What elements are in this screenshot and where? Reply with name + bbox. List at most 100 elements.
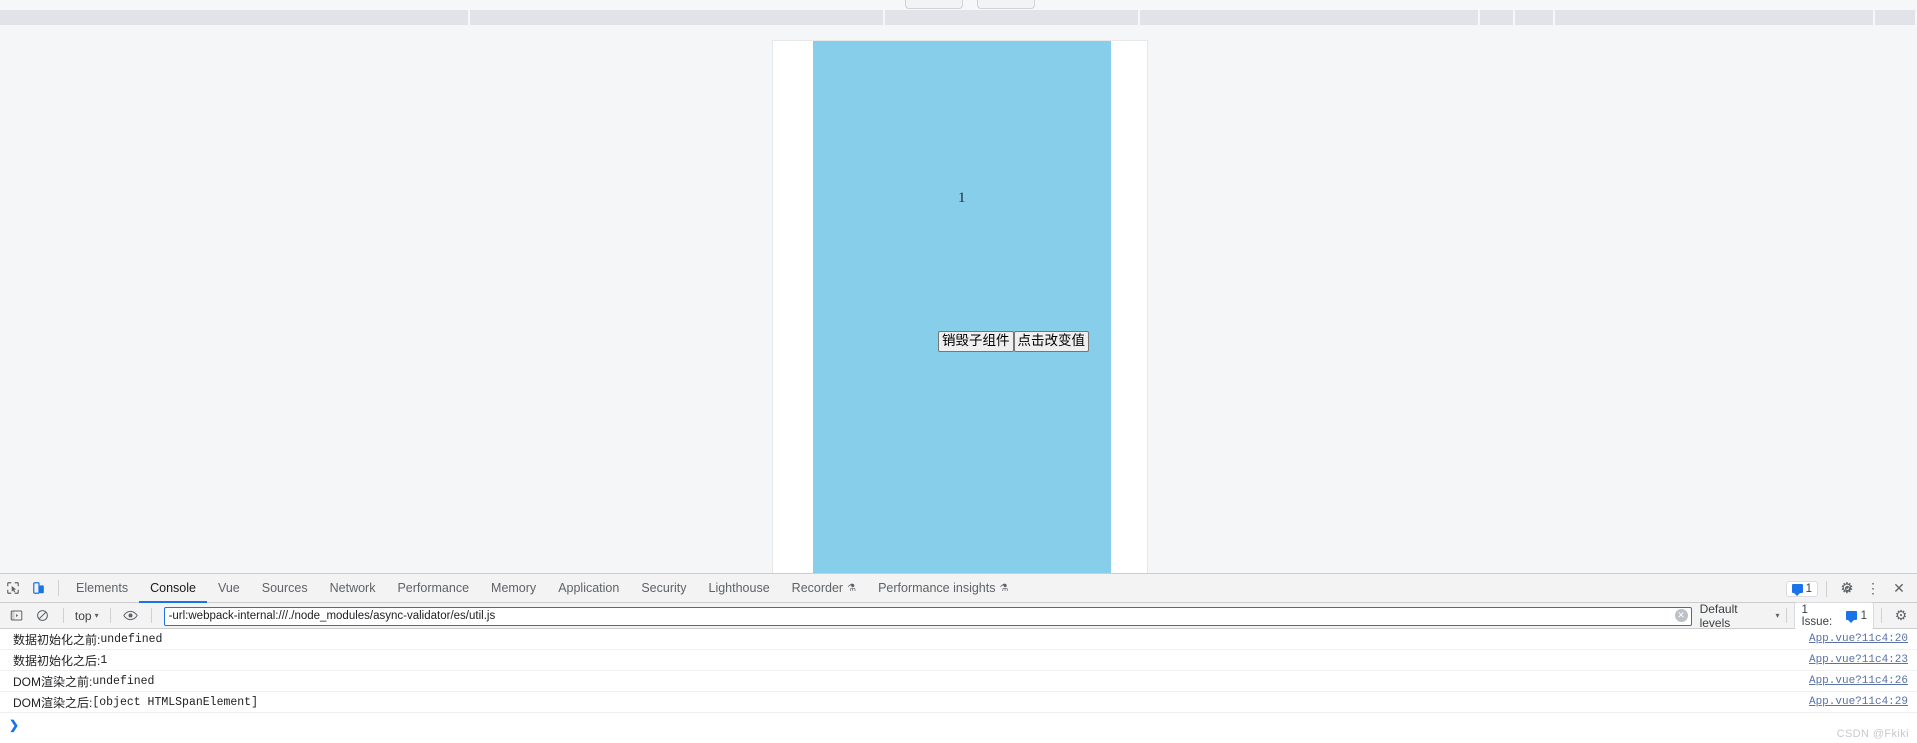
tab-network[interactable]: Network xyxy=(319,574,387,603)
tab-label: Recorder xyxy=(791,581,844,595)
console-filter-field[interactable]: ✕ xyxy=(163,606,1692,626)
devtools-tabbar: Elements Console Vue Sources Network Performa… xyxy=(0,574,1917,603)
browser-chrome-strip xyxy=(0,0,1917,25)
destroy-child-component-button[interactable]: 销毁子组件 xyxy=(938,331,1014,352)
devtools-tabbar-right: 1 ⚙ ⋮ ✕ xyxy=(1785,574,1911,603)
change-value-button[interactable]: 点击改变值 xyxy=(1013,331,1089,352)
tab-label: Security xyxy=(641,581,687,595)
bookmark-segment[interactable] xyxy=(470,10,885,25)
issues-count: 1 xyxy=(1860,609,1868,622)
console-message-value: undefined xyxy=(100,632,163,646)
console-sidebar-toggle-icon[interactable] xyxy=(4,603,30,629)
tab-performance[interactable]: Performance xyxy=(386,574,480,603)
watermark-text: CSDN @Fkiki xyxy=(1836,728,1909,740)
prompt-caret-icon: ❯ xyxy=(9,718,20,732)
live-expression-eye-icon[interactable] xyxy=(118,603,144,629)
bookmark-segment[interactable] xyxy=(1515,10,1555,25)
close-icon[interactable]: ✕ xyxy=(1887,577,1911,601)
counter-value: 1 xyxy=(958,190,966,206)
chrome-cutoff-button-1[interactable] xyxy=(905,0,963,9)
console-message-label: DOM渲染之后: xyxy=(13,695,93,710)
bookmark-segment[interactable] xyxy=(1480,10,1515,25)
console-message-label: 数据初始化之前: xyxy=(13,632,101,647)
page-viewport: 1 销毁子组件 点击改变值 xyxy=(0,25,1917,573)
device-toolbar-toggle-icon[interactable] xyxy=(26,575,52,601)
tabbar-right-divider xyxy=(1826,580,1827,597)
console-filter-input[interactable] xyxy=(163,606,1692,626)
tab-lighthouse[interactable]: Lighthouse xyxy=(698,574,781,603)
console-message-label: DOM渲染之前: xyxy=(13,674,93,689)
action-button-row: 销毁子组件 点击改变值 xyxy=(938,331,1089,352)
filterbar-divider-2 xyxy=(109,608,111,623)
gear-icon[interactable]: ⚙ xyxy=(1835,577,1859,601)
console-message-row: DOM渲染之后: [object HTMLSpanElement] App.vue… xyxy=(0,692,1917,713)
issues-chat-bubble-icon xyxy=(1845,611,1857,623)
child-component-panel: 1 销毁子组件 点击改变值 xyxy=(813,41,1111,573)
filterbar-divider-4 xyxy=(1786,608,1788,623)
inspect-element-icon[interactable] xyxy=(0,575,26,601)
console-message-label: 数据初始化之后: xyxy=(13,653,101,668)
tab-memory[interactable]: Memory xyxy=(480,574,547,603)
console-message-value: [object HTMLSpanElement] xyxy=(92,695,258,709)
tab-label: Lighthouse xyxy=(708,581,770,595)
tab-security[interactable]: Security xyxy=(630,574,697,603)
tab-vue[interactable]: Vue xyxy=(207,574,251,603)
tab-label: Vue xyxy=(217,581,240,595)
clear-filter-icon[interactable]: ✕ xyxy=(1674,609,1688,622)
console-filter-toolbar: top ▾ ✕ Default levels ▾ 1 Issue xyxy=(0,601,1917,630)
issues-badge[interactable]: 1 Issue: 1 xyxy=(1794,601,1875,630)
devtools-panel: Elements Console Vue Sources Network Performa… xyxy=(0,573,1917,743)
console-message-row: DOM渲染之前: undefined App.vue?11c4:26 xyxy=(0,671,1917,692)
console-message-row: 数据初始化之后: 1 App.vue?11c4:23 xyxy=(0,650,1917,671)
issues-label: 1 Issue: xyxy=(1801,603,1833,628)
console-source-link[interactable]: App.vue?11c4:29 xyxy=(1809,696,1908,708)
chrome-cutoff-button-2[interactable] xyxy=(977,0,1035,9)
tab-console[interactable]: Console xyxy=(139,574,207,603)
bookmark-segment[interactable] xyxy=(0,10,470,25)
tab-application[interactable]: Application xyxy=(547,574,630,603)
tab-elements[interactable]: Elements xyxy=(65,574,139,603)
tab-label: Sources xyxy=(261,581,308,595)
bookmark-segment[interactable] xyxy=(885,10,1140,25)
tabbar-divider xyxy=(58,580,59,596)
console-message-list: 数据初始化之前: undefined App.vue?11c4:20 数据初始化之后… xyxy=(0,629,1917,714)
page-content-card: 1 销毁子组件 点击改变值 xyxy=(772,40,1148,573)
console-settings-gear-icon[interactable]: ⚙ xyxy=(1889,604,1913,628)
tab-label: Console xyxy=(150,581,196,595)
chat-bubble-icon xyxy=(1791,584,1803,596)
tab-recorder[interactable]: Recorder ⚗ xyxy=(781,574,867,603)
bookmark-segment[interactable] xyxy=(1555,10,1875,25)
screen-root: 1 销毁子组件 点击改变值 Elements Console Vue Sources xyxy=(0,0,1917,743)
console-input-prompt[interactable]: ❯ xyxy=(0,714,1917,736)
filterbar-divider-3 xyxy=(150,608,152,623)
console-source-link[interactable]: App.vue?11c4:20 xyxy=(1809,633,1908,645)
tab-label: Memory xyxy=(491,581,537,595)
console-message-value: undefined xyxy=(92,674,155,688)
tab-label: Performance xyxy=(397,581,470,595)
kebab-menu-icon[interactable]: ⋮ xyxy=(1861,577,1885,601)
execution-context-label: top xyxy=(74,608,92,623)
experiment-flask-icon: ⚗ xyxy=(999,582,1009,594)
execution-context-selector[interactable]: top ▾ xyxy=(71,609,103,623)
bookmark-segment[interactable] xyxy=(1875,10,1917,25)
tab-label: Application xyxy=(558,581,620,595)
message-count-label: 1 xyxy=(1805,582,1812,595)
bookmarks-bar[interactable] xyxy=(0,10,1917,25)
clear-console-icon[interactable] xyxy=(30,603,56,629)
message-count-badge[interactable]: 1 xyxy=(1785,580,1818,597)
console-source-link[interactable]: App.vue?11c4:26 xyxy=(1809,675,1908,687)
experiment-flask-icon: ⚗ xyxy=(847,582,857,594)
chevron-down-icon: ▾ xyxy=(94,611,99,620)
tab-label: Elements xyxy=(76,581,129,595)
filterbar-divider-1 xyxy=(62,608,64,623)
console-message-value: 1 xyxy=(100,653,108,667)
levels-chevron-down-icon: ▾ xyxy=(1775,611,1780,620)
tab-sources[interactable]: Sources xyxy=(251,574,319,603)
tab-label: Network xyxy=(329,581,376,595)
console-source-link[interactable]: App.vue?11c4:23 xyxy=(1809,654,1908,666)
log-levels-selector[interactable]: Default levels ▾ xyxy=(1700,602,1780,630)
tab-performance-insights[interactable]: Performance insights ⚗ xyxy=(867,574,1019,603)
log-levels-label: Default levels xyxy=(1699,601,1738,630)
bookmark-segment[interactable] xyxy=(1140,10,1480,25)
tab-label: Performance insights xyxy=(878,581,996,595)
